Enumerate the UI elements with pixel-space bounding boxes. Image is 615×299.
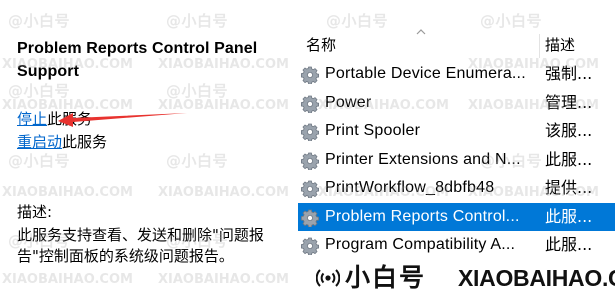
service-name: Power bbox=[325, 93, 372, 111]
gear-icon bbox=[301, 122, 319, 142]
service-name: Program Compatibility A... bbox=[325, 236, 516, 253]
service-name: Problem Reports Control... bbox=[325, 207, 520, 225]
description-text: 此服务支持查看、发送和删除"问题报告"控制面板的系统级问题报告。 bbox=[17, 226, 264, 265]
service-name: Printer Extensions and N... bbox=[325, 150, 521, 168]
service-title: Problem Reports Control Panel Support bbox=[17, 40, 258, 80]
stop-service-link[interactable]: 停止 bbox=[17, 110, 47, 128]
service-row[interactable]: Program Compatibility A... 此服... bbox=[298, 231, 615, 259]
service-name: Print Spooler bbox=[325, 122, 421, 139]
service-description: 此服... bbox=[545, 206, 593, 226]
gear-icon bbox=[301, 151, 319, 171]
service-row[interactable]: Problem Reports Control... 此服... bbox=[298, 202, 615, 231]
gear-icon bbox=[301, 65, 319, 85]
stop-service-suffix: 此服务 bbox=[47, 110, 93, 128]
services-list-panel: 名称 描述 Portable Device Enumera... 强制... Pow… bbox=[298, 0, 615, 299]
service-detail-panel: Problem Reports Control Panel Support 停止… bbox=[0, 0, 298, 299]
column-separator[interactable] bbox=[539, 34, 540, 58]
service-row[interactable]: Portable Device Enumera... 强制... bbox=[298, 60, 615, 88]
stop-service-line: 停止此服务 bbox=[17, 109, 92, 129]
service-description: 此服... bbox=[545, 149, 593, 169]
gear-icon bbox=[301, 236, 319, 256]
gear-icon bbox=[301, 94, 319, 114]
brand-watermark: 小白号 XIAOBAIHAO.COM bbox=[308, 258, 615, 299]
service-name: Portable Device Enumera... bbox=[325, 65, 526, 82]
restart-service-suffix: 此服务 bbox=[62, 133, 108, 151]
broadcast-icon bbox=[316, 269, 340, 287]
gear-icon bbox=[301, 179, 319, 199]
service-description: 该服... bbox=[545, 121, 593, 140]
brand-name-en: XIAOBAIHAO.COM bbox=[458, 265, 615, 291]
restart-service-line: 重启动此服务 bbox=[17, 132, 107, 152]
service-description: 提供... bbox=[545, 178, 593, 197]
column-header-name[interactable]: 名称 bbox=[306, 30, 336, 60]
service-row[interactable]: Printer Extensions and N... 此服... bbox=[298, 146, 615, 174]
service-description: 此服... bbox=[545, 235, 593, 254]
description-label: 描述: bbox=[17, 203, 53, 221]
service-description: 管理... bbox=[545, 92, 593, 112]
sort-caret-icon bbox=[416, 29, 426, 35]
service-name: PrintWorkflow_8dbfb48 bbox=[325, 179, 495, 196]
gear-icon bbox=[301, 208, 319, 228]
service-row[interactable]: Power 管理... bbox=[298, 89, 615, 117]
service-description: 强制... bbox=[545, 64, 593, 83]
service-row[interactable]: Print Spooler 该服... bbox=[298, 117, 615, 145]
column-header-description[interactable]: 描述 bbox=[545, 30, 575, 60]
list-header: 名称 描述 bbox=[298, 29, 615, 60]
service-row[interactable]: PrintWorkflow_8dbfb48 提供... bbox=[298, 174, 615, 202]
brand-name-cn: 小白号 bbox=[345, 263, 427, 292]
restart-service-link[interactable]: 重启动 bbox=[17, 133, 62, 151]
